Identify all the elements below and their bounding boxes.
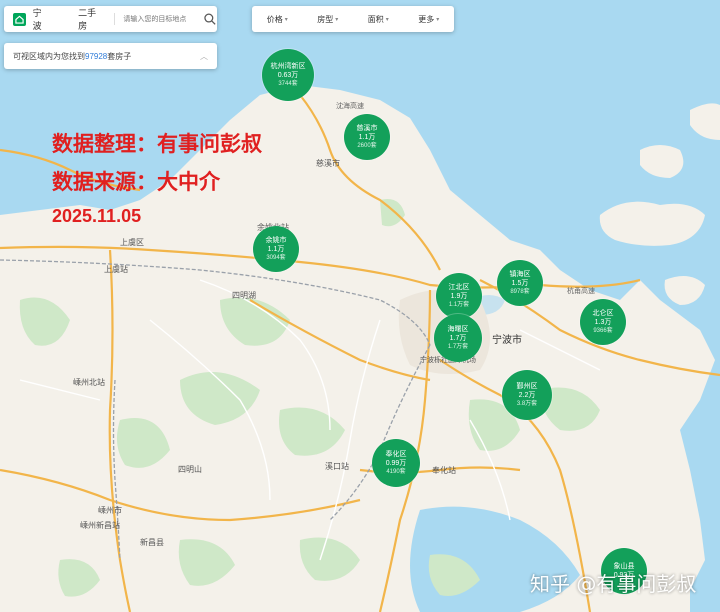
search-icon[interactable] [203,12,217,26]
result-count-bar: 可视区域内为您找到97928套房子 ︿ [4,43,217,69]
district-bubble-fenghua[interactable]: 奉化区 0.99万 4190套 [372,439,420,487]
label-shengzhou-north-station: 嵊州北站 [73,378,105,387]
label-xinchang-county: 新昌县 [140,538,164,547]
result-count-text: 可视区域内为您找到97928套房子 [13,51,132,61]
overlay-source-note: 数据来源：大中介 [52,170,220,194]
label-ningbo-city: 宁波市 [492,335,522,346]
label-siming-lake: 四明湖 [232,291,256,300]
house-type-selector[interactable]: 二手房 [78,6,104,32]
label-hangyong-expressway: 杭甬高速 [567,288,595,295]
district-bubble-beilun[interactable]: 北仑区 1.3万 9366套 [580,299,626,345]
label-fenghua-station: 奉化站 [432,466,456,475]
label-shengzhou-xinchang-station: 嵊州新昌站 [80,521,120,530]
filter-price[interactable]: 价格 ▾ [267,14,288,25]
filter-layout[interactable]: 房型 ▾ [317,14,338,25]
collapse-chevron-icon[interactable]: ︿ [200,51,208,62]
label-shengzhou-city: 嵊州市 [98,506,122,515]
chevron-down-icon: ▾ [284,16,288,23]
district-bubble-cixi[interactable]: 慈溪市 1.1万 2600套 [344,114,390,160]
label-shangyu-district: 上虞区 [120,238,144,247]
city-selector[interactable]: 宁波 [33,6,51,32]
chevron-down-icon: ▾ [335,16,339,23]
district-bubble-hangzhouwan[interactable]: 杭州湾新区 0.63万 3744套 [262,49,314,101]
overlay-compiler-note: 数据整理：有事问彭叔 [52,132,262,156]
search-bar: 宁波 二手房 [4,6,217,32]
overlay-date: 2025.11.05 [52,206,142,226]
chevron-down-icon: ▾ [436,16,440,23]
search-input[interactable] [121,14,200,24]
result-count-number: 97928 [85,51,108,61]
district-bubble-yinzhou[interactable]: 鄞州区 2.2万 3.8万套 [502,370,552,420]
district-bubble-haishu[interactable]: 海曙区 1.7万 1.7万套 [434,314,482,362]
label-cixi-city: 慈溪市 [316,159,340,168]
label-xikou-station: 溪口站 [325,462,349,471]
label-shenhai-expressway: 沈海高速 [336,103,364,110]
label-shangyu-station: 上虞站 [104,265,128,274]
district-bubble-yuyao[interactable]: 余姚市 1.1万 3094套 [253,226,299,272]
district-bubble-jiangbei[interactable]: 江北区 1.9万 1.1万套 [436,273,482,319]
watermark: 知乎 @有事问彭叔 [530,572,697,596]
filter-more[interactable]: 更多 ▾ [418,14,439,25]
filter-area[interactable]: 面积 ▾ [368,14,389,25]
label-siming-mountain: 四明山 [178,465,202,474]
search-divider [114,13,116,25]
district-bubble-zhenhai[interactable]: 镇海区 1.5万 8978套 [497,260,543,306]
filter-bar: 价格 ▾ 房型 ▾ 面积 ▾ 更多 ▾ [252,6,454,32]
chevron-down-icon: ▾ [385,16,389,23]
home-logo-icon[interactable] [13,12,26,26]
